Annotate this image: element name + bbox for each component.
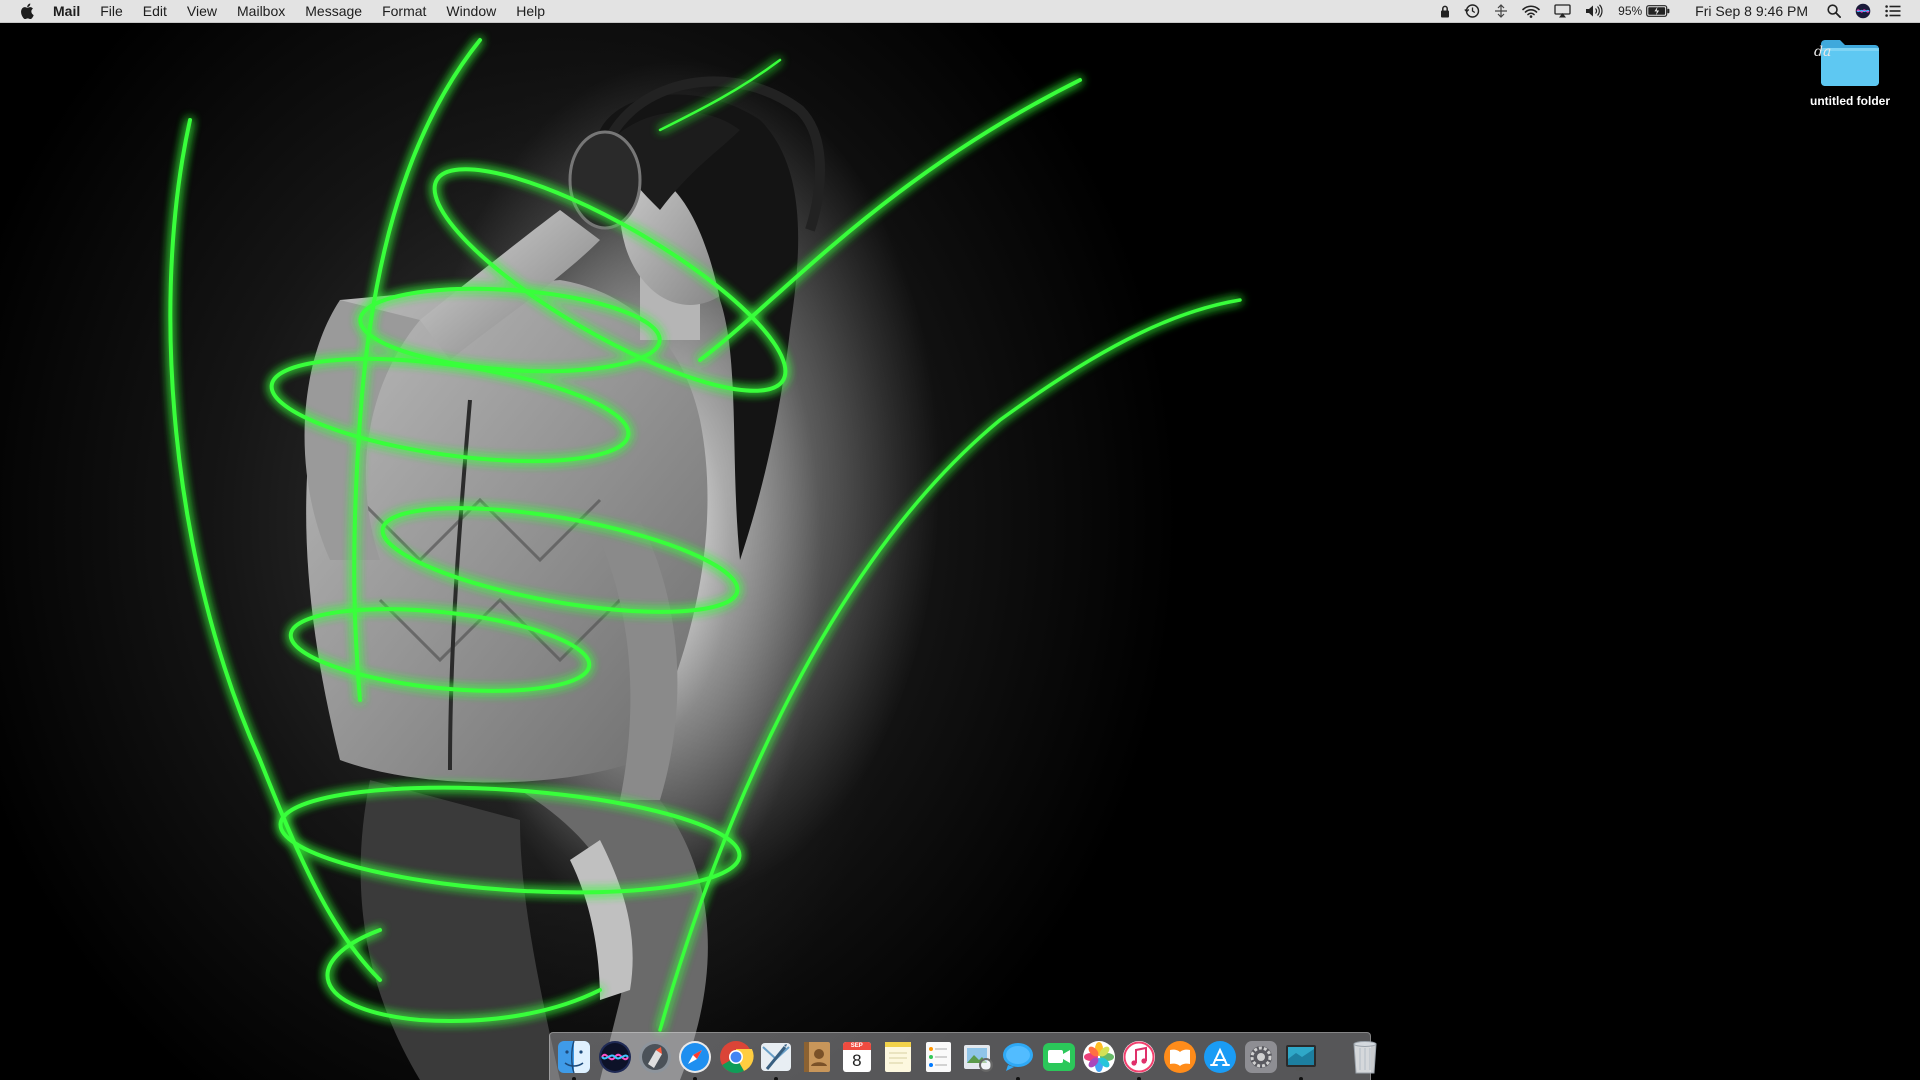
dock-calendar[interactable]: SEP 8 bbox=[837, 1037, 877, 1077]
notes-icon bbox=[885, 1041, 912, 1072]
running-indicator bbox=[1137, 1076, 1142, 1080]
reminders-icon bbox=[925, 1041, 951, 1072]
running-indicator bbox=[774, 1076, 779, 1080]
dock-preview[interactable] bbox=[958, 1037, 998, 1077]
dock-chrome[interactable] bbox=[716, 1037, 756, 1077]
wifi-icon[interactable] bbox=[1522, 0, 1540, 22]
dock-screen-sharing[interactable] bbox=[1281, 1037, 1321, 1080]
siri-icon bbox=[598, 1040, 631, 1073]
desktop[interactable]: Mail File Edit View Mailbox Message Form… bbox=[0, 0, 1920, 1080]
menu-help[interactable]: Help bbox=[506, 0, 555, 22]
itunes-icon bbox=[1123, 1040, 1156, 1073]
wallpaper-image bbox=[168, 38, 1242, 1080]
system-preferences-icon bbox=[1244, 1040, 1277, 1073]
sync-icon[interactable] bbox=[1494, 0, 1508, 22]
launchpad-icon bbox=[638, 1040, 671, 1073]
folder-overlay-text: da bbox=[1814, 44, 1832, 60]
menu-format[interactable]: Format bbox=[372, 0, 436, 22]
dock-contacts[interactable] bbox=[796, 1037, 836, 1077]
dock-launchpad[interactable] bbox=[635, 1037, 675, 1077]
mail-icon bbox=[761, 1042, 792, 1071]
siri-icon[interactable] bbox=[1855, 0, 1871, 22]
time-machine-icon[interactable] bbox=[1464, 0, 1480, 22]
menu-app-name[interactable]: Mail bbox=[53, 0, 90, 22]
lock-icon[interactable] bbox=[1440, 0, 1450, 22]
safari-icon bbox=[679, 1040, 712, 1073]
running-indicator bbox=[693, 1076, 698, 1080]
desktop-folder-untitled[interactable]: da untitled folder bbox=[1800, 36, 1900, 108]
dock-trash[interactable] bbox=[1345, 1037, 1385, 1077]
dock-app-store[interactable] bbox=[1200, 1037, 1240, 1077]
menu-mailbox[interactable]: Mailbox bbox=[227, 0, 295, 22]
calendar-day: 8 bbox=[852, 1050, 862, 1070]
menu-window[interactable]: Window bbox=[436, 0, 506, 22]
preview-icon bbox=[963, 1044, 993, 1072]
chrome-icon bbox=[719, 1040, 754, 1073]
dock-itunes[interactable] bbox=[1119, 1037, 1159, 1080]
volume-icon[interactable] bbox=[1585, 0, 1604, 22]
trash-icon bbox=[1353, 1040, 1377, 1073]
apple-menu-icon[interactable] bbox=[18, 0, 36, 22]
menu-view[interactable]: View bbox=[177, 0, 227, 22]
dock-photos[interactable] bbox=[1079, 1037, 1119, 1077]
dock-system-preferences[interactable] bbox=[1241, 1037, 1281, 1077]
dock-notes[interactable] bbox=[877, 1037, 917, 1077]
calendar-month: SEP bbox=[850, 1042, 863, 1049]
notification-center-icon[interactable] bbox=[1885, 0, 1901, 22]
photos-icon bbox=[1083, 1040, 1116, 1073]
menu-clock[interactable]: Fri Sep 8 9:46 PM bbox=[1695, 0, 1808, 22]
menu-bar: Mail File Edit View Mailbox Message Form… bbox=[0, 0, 1920, 23]
airplay-icon[interactable] bbox=[1554, 0, 1571, 22]
dock-mail[interactable] bbox=[756, 1037, 796, 1080]
running-indicator bbox=[572, 1076, 577, 1080]
dock-safari[interactable] bbox=[675, 1037, 715, 1080]
dock-siri[interactable] bbox=[595, 1037, 635, 1077]
running-indicator bbox=[1016, 1076, 1021, 1080]
dock-facetime[interactable] bbox=[1039, 1037, 1079, 1077]
menu-message[interactable]: Message bbox=[295, 0, 372, 22]
contacts-icon bbox=[804, 1041, 831, 1072]
dock-finder[interactable] bbox=[554, 1037, 594, 1080]
facetime-icon bbox=[1042, 1042, 1075, 1071]
folder-label[interactable]: untitled folder bbox=[1810, 94, 1890, 108]
menu-file[interactable]: File bbox=[90, 0, 133, 22]
dock-ibooks[interactable] bbox=[1160, 1037, 1200, 1077]
screen-sharing-icon bbox=[1285, 1044, 1316, 1071]
running-indicator bbox=[1298, 1076, 1303, 1080]
finder-icon bbox=[558, 1040, 591, 1073]
app-store-icon bbox=[1204, 1040, 1237, 1073]
battery-charging-icon[interactable] bbox=[1646, 5, 1670, 17]
dock-reminders[interactable] bbox=[918, 1037, 958, 1077]
ibooks-icon bbox=[1163, 1040, 1196, 1073]
messages-icon bbox=[1003, 1042, 1034, 1071]
dock: SEP 8 bbox=[549, 1032, 1377, 1080]
battery-percent[interactable]: 95% bbox=[1618, 4, 1642, 18]
menu-edit[interactable]: Edit bbox=[133, 0, 177, 22]
dock-messages[interactable] bbox=[998, 1037, 1038, 1080]
spotlight-search-icon[interactable] bbox=[1827, 0, 1841, 22]
